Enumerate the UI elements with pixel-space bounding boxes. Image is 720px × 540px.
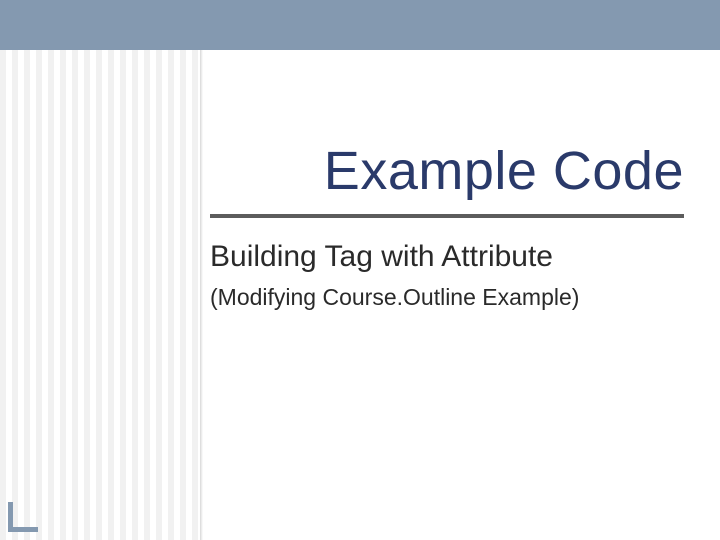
slide-title: Example Code: [210, 140, 684, 202]
stripe-shadow: [200, 50, 203, 540]
corner-accent: [8, 502, 38, 532]
content-area: Example Code Building Tag with Attribute…: [210, 140, 684, 311]
slide-subtitle: Building Tag with Attribute: [210, 240, 684, 274]
slide-description: (Modifying Course.Outline Example): [210, 284, 684, 311]
title-divider: [210, 214, 684, 218]
header-bar: [0, 0, 720, 50]
corner-vertical: [8, 502, 13, 532]
left-stripe-pattern: [0, 50, 200, 540]
